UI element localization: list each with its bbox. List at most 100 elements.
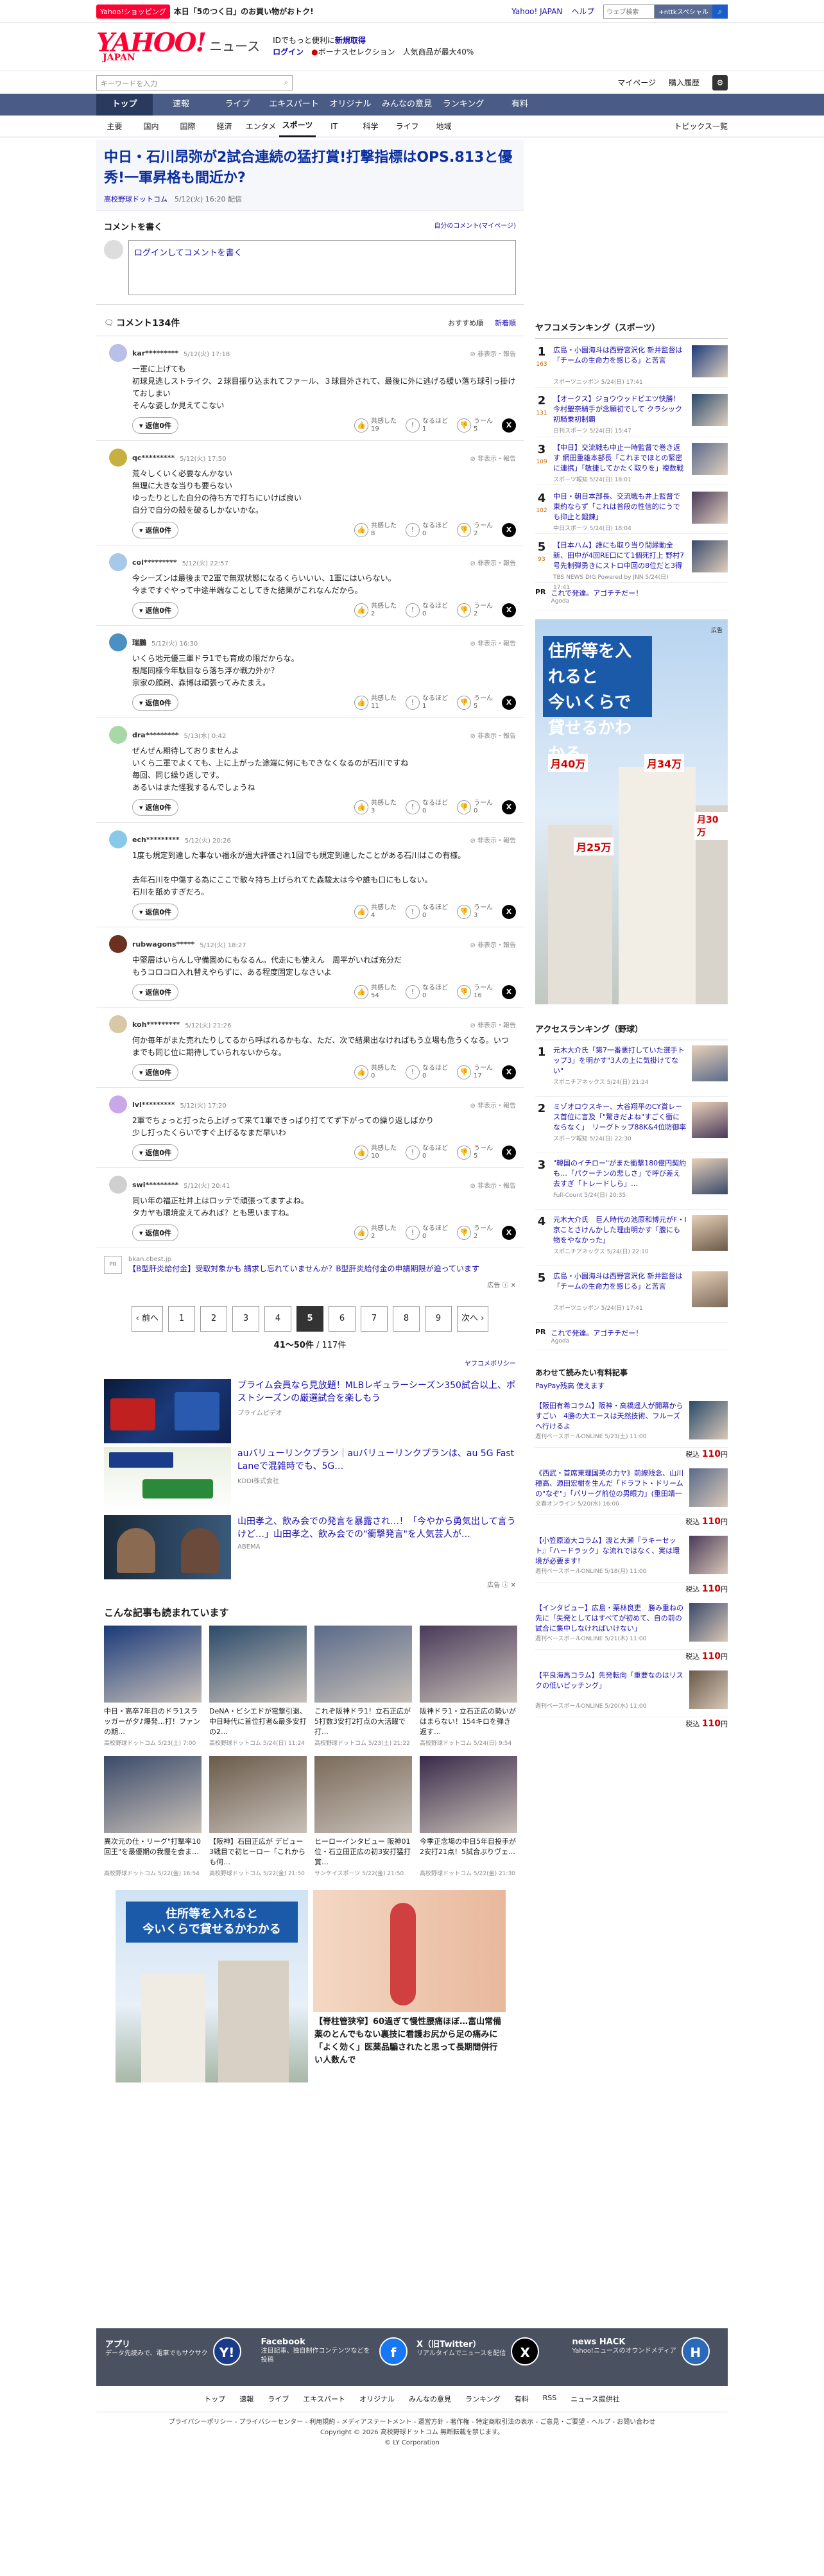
x-share-icon[interactable]: X [502,985,516,999]
access-item[interactable]: 5 広島・小園海斗は西野宮沢化 新井監督は「チームの生命力を感じる」と苦言 スポー… [535,1266,728,1323]
signup-link[interactable]: 新規取得 [335,36,366,45]
avatar[interactable] [109,1015,127,1033]
ranking-title[interactable]: 【オークス】ジョウウッドピエツ快勝！今村聖奈騎手が念願初でして クラシック初騎乗… [553,394,687,425]
footer-social-item[interactable]: X（旧Twitter） リアルタイムでニュースを配信 X [416,2337,563,2377]
reply-button[interactable]: ▾ 返信0件 [132,602,179,619]
ranking-thumb[interactable] [692,443,728,475]
empathy-button[interactable]: 👍 共感した 2 [354,603,397,618]
access-title[interactable]: 広島・小園海斗は西野宮沢化 新井監督は「チームの生命力を感じる」と苦言 [553,1271,687,1303]
paid-article-title[interactable]: 【インタビュー】広島・栗林良吏 勝み重ねの先に「失発としてはすべてが初めて、自の… [535,1603,684,1634]
empathy-button[interactable]: 👍 共感した 2 [354,1225,397,1241]
paid-article-thumb[interactable] [689,1603,728,1642]
my-comments-link[interactable]: 自分のコメント(マイページ) [434,220,516,232]
ranking-item[interactable]: 4 102 中日・朝日本部長、交流戦も井上監督で東約ならず「これは普段の性信的にう… [535,485,728,534]
footer-link[interactable]: エキスパート [303,2394,345,2404]
page-3[interactable]: 3 [232,1306,259,1332]
ranking-thumb[interactable] [692,492,728,524]
pr-item[interactable]: PR これで発達。アゴチチだー！ Agoda [535,1323,728,1350]
x-share-icon[interactable]: X [502,1226,516,1240]
paid-article-title[interactable]: 【平良海馬コラム】先発転向「重要なのはリスクの低いピッチング」 [535,1670,684,1701]
property-ad[interactable]: 住所等を入れると 今いくらで貸せるかわかる [116,1890,308,2082]
footer-social-title[interactable]: news HACK [572,2337,676,2347]
ranking-thumb[interactable] [692,394,728,426]
x-share-icon[interactable]: X [502,696,516,710]
mypage-link[interactable]: マイページ [617,77,656,88]
tab-domestic[interactable]: 国内 [133,116,169,137]
comment-user[interactable]: ech********* [132,836,180,844]
article-source[interactable]: 高校野球ドットコム [104,195,167,203]
x-share-icon[interactable]: X [502,418,516,433]
tab-economy[interactable]: 経済 [206,116,243,137]
gnav-breaking[interactable]: 速報 [153,94,209,116]
recommend-item[interactable]: これぞ阪神ドラ1！立石正広が5打数3安打2打点の大活躍で打… 高校野球ドットコム… [314,1626,412,1747]
ranking-item[interactable]: 5 93 【日本ハム】誰にも取り当り間縁動全新、田中が4回RE口にて1個死打上 野… [535,534,728,591]
footer-social-title[interactable]: アプリ [105,2337,208,2349]
avatar[interactable] [109,830,127,848]
ranking-item[interactable]: 2 131 【オークス】ジョウウッドピエツ快勝！今村聖奈騎手が念願初でして クラシ… [535,388,728,436]
hide-report-link[interactable]: ⊘ 非表示・報告 [470,1020,516,1029]
hide-report-link[interactable]: ⊘ 非表示・報告 [470,940,516,949]
paid-article-thumb[interactable] [689,1401,728,1439]
hmm-button[interactable]: 👎 うーん 2 [457,522,493,538]
x-share-icon[interactable]: X [502,523,516,537]
ranking-item[interactable]: 1 163 広島・小園海斗は西野宮沢化 新井監督は「チームの生命力を感じる」と苦言… [535,339,728,388]
paid-article-thumb[interactable] [689,1536,728,1574]
insightful-button[interactable]: ! なるほど 0 [406,522,448,538]
footer-social-icon[interactable]: H [681,2337,710,2366]
reply-button[interactable]: ▾ 返信0件 [132,904,179,920]
access-title[interactable]: 元木大介氏「第7一番悪打していた選手トップ3」を明かす"3人の上に気掛けてない" [553,1045,687,1078]
gnav-top[interactable]: トップ [96,94,153,116]
tab-local[interactable]: 地域 [425,116,462,137]
gnav-live[interactable]: ライブ [209,94,266,116]
insightful-button[interactable]: ! なるほど 0 [406,800,448,815]
recommend-thumb[interactable] [314,1756,412,1833]
access-title[interactable]: ミゾオロウスキー、大谷翔平のCY賞レース首位に言及「"驚きだよね"すごく衝になら… [553,1102,687,1134]
tab-life[interactable]: ライフ [389,116,425,137]
access-item[interactable]: 4 元木大介氏 巨人時代の池原和博元がF・I 京ことさけんかした理由明かす「腹に… [535,1210,728,1266]
news-label[interactable]: ニュース [209,36,260,55]
recommend-title[interactable]: 異次元の仕・リーグ"打撃率10回王"を最優期の我慢を会ま… [104,1837,202,1868]
footer-link[interactable]: オリジナル [359,2394,395,2404]
page-2[interactable]: 2 [200,1306,227,1332]
comment-policy-link[interactable]: ヤフコメポリシー [96,1355,524,1375]
recommend-thumb[interactable] [420,1626,517,1703]
paid-article-title[interactable]: 《西武・首席東理国英の力ヤ》前線残念、山川穂高、源田宏樹を生んだ「ドラフト・ドリ… [535,1468,684,1499]
hide-report-link[interactable]: ⊘ 非表示・報告 [470,730,516,740]
ranking-title[interactable]: 広島・小園海斗は西野宮沢化 新井監督は「チームの生命力を感じる」と苦言 [553,345,687,376]
recommend-item[interactable]: 今季正念場の中日5年目投手が2安打21点！5試合ぶりヴェ… 高校野球ドットコム … [420,1756,517,1877]
tab-main[interactable]: 主要 [96,116,133,137]
tab-it[interactable]: IT [316,116,352,137]
footer-social-title[interactable]: X（旧Twitter） [416,2337,506,2349]
ranking-title[interactable]: 【中日】交流戦も中止一時監督で巻き返す 網田重雄本部長「これまでほとの緊密に連携… [553,443,687,474]
gnav-paid[interactable]: 有料 [492,94,548,116]
tab-entertainment[interactable]: エンタメ [243,116,279,137]
footer-link[interactable]: ライブ [268,2394,289,2404]
hmm-button[interactable]: 👎 うーん 5 [457,695,493,710]
hide-report-link[interactable]: ⊘ 非表示・報告 [470,1180,516,1190]
avatar[interactable] [109,633,127,651]
footer-social-icon[interactable]: f [379,2337,408,2366]
search-icon[interactable]: ⌕ [712,4,728,19]
gnav-expert[interactable]: エキスパート [266,94,322,116]
sort-newest[interactable]: 新着順 [495,318,516,328]
recommend-thumb[interactable] [209,1626,307,1703]
recommend-item[interactable]: DeNA・ビシエドが電撃引退、中日時代に首位打者&最多安打の2… 高校野球ドット… [209,1626,307,1747]
recommend-thumb[interactable] [209,1756,307,1833]
recommend-thumb[interactable] [104,1626,202,1703]
reply-button[interactable]: ▾ 返信0件 [132,522,179,538]
access-thumb[interactable] [692,1271,728,1307]
recommend-title[interactable]: 中日・高卒7年目のドラ1スラッガーが夕♪爆発…打！ファンの期… [104,1706,202,1737]
footer-social-item[interactable]: news HACK Yahoo!ニュースのオウンドメディア H [572,2337,719,2377]
login-link[interactable]: ログイン [273,47,304,56]
empathy-button[interactable]: 👍 共感した 8 [354,522,397,538]
ranking-title[interactable]: 中日・朝日本部長、交流戦も井上監督で東約ならず「これは普段の性信的にうでも抑止と… [553,492,687,522]
reply-button[interactable]: ▾ 返信0件 [132,799,179,816]
keyword-search-input[interactable]: キーワードを入力 ⌕ [96,74,293,90]
recommend-title[interactable]: DeNA・ビシエドが電撃引退、中日時代に首位打者&最多安打の2… [209,1706,307,1737]
hide-report-link[interactable]: ⊘ 非表示・報告 [470,348,516,358]
ranking-title[interactable]: 【日本ハム】誰にも取り当り間縁動全新、田中が4回RE口にて1個死打上 野村7号先… [553,540,687,571]
text-ad[interactable]: PR bkan.cbest.jp 【B型肝炎給付金】受取対象かも 請求し忘れていま… [96,1248,524,1280]
paid-article-thumb[interactable] [689,1468,728,1507]
gnav-opinion[interactable]: みんなの意見 [379,94,435,116]
recommend-item[interactable]: 阪神ドラ1・立石正広の勢いがはまらない！154キロを弾き返す… 高校野球ドットコ… [420,1626,517,1747]
